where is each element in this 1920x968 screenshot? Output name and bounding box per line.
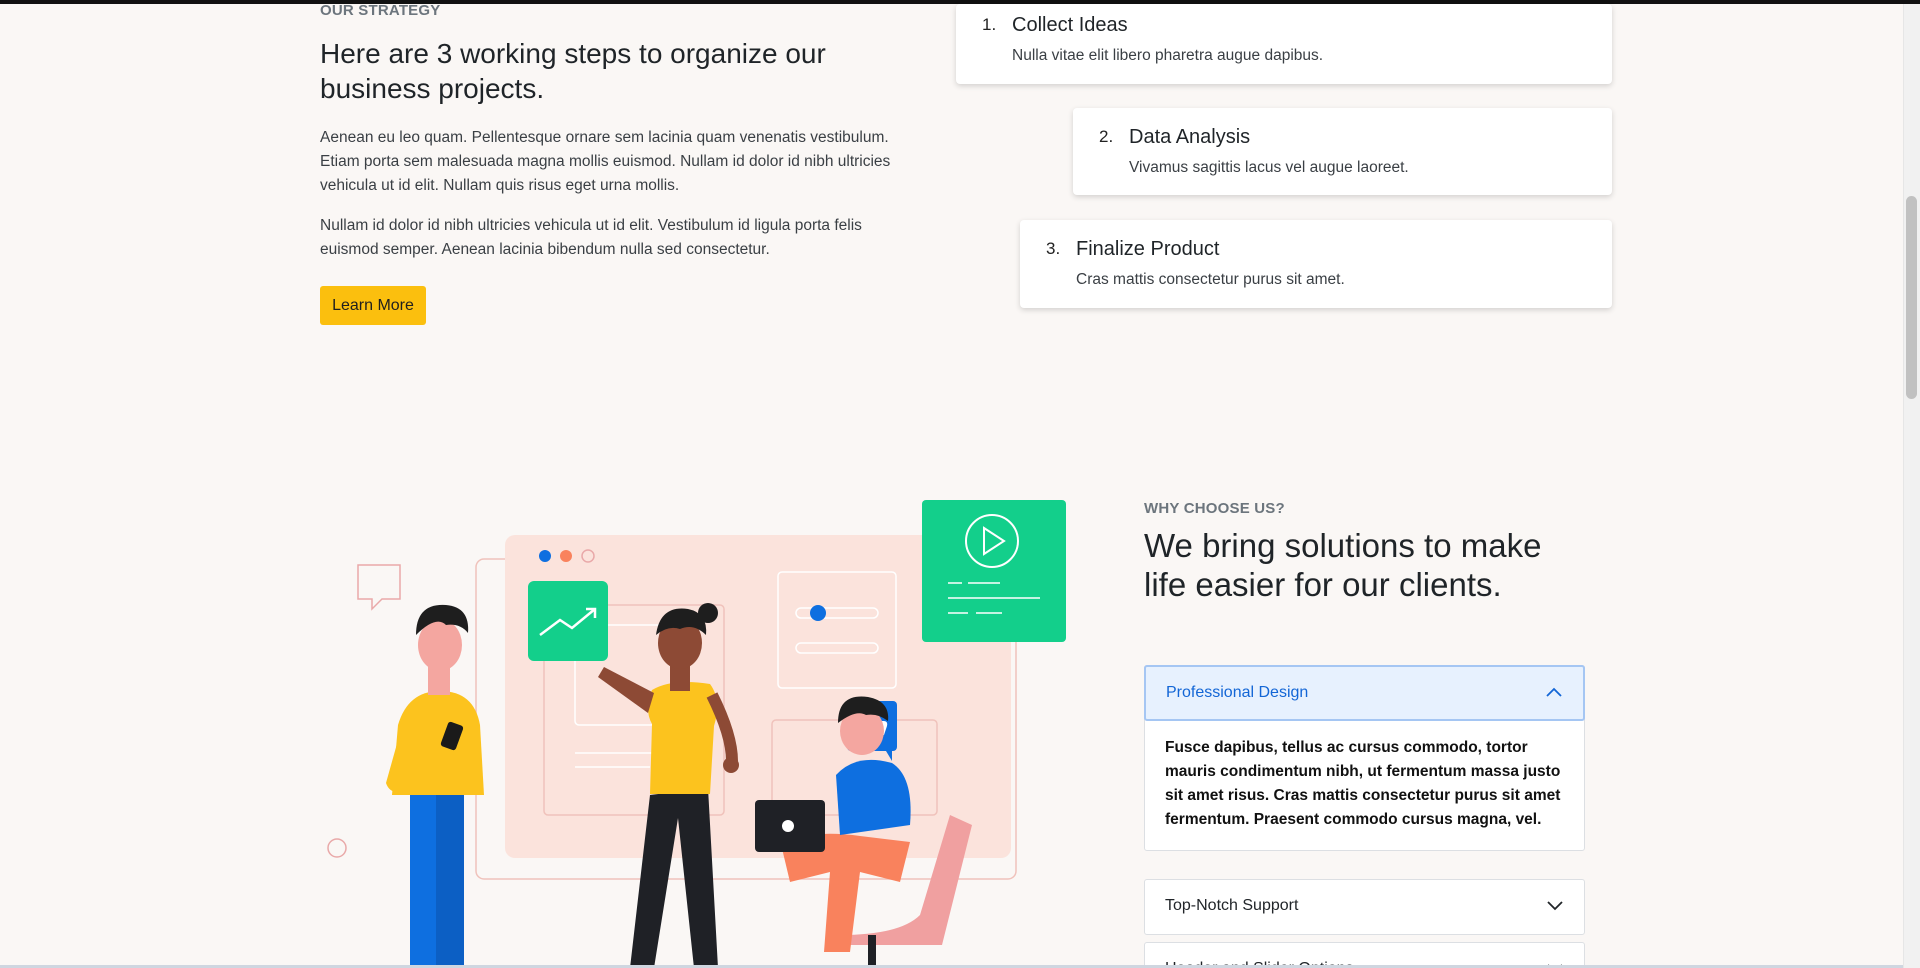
- dot-orange: [560, 550, 572, 562]
- play-card: [922, 500, 1066, 642]
- why-title: We bring solutions to make life easier f…: [1144, 527, 1542, 603]
- decor-circle: [327, 838, 347, 858]
- why-eyebrow: WHY CHOOSE US?: [1144, 500, 1285, 517]
- chat-bubble-icon: [357, 564, 401, 611]
- accordion-header[interactable]: Top-Notch Support: [1145, 880, 1584, 934]
- step-text: Vivamus sagittis lacus vel augue laoreet…: [1129, 159, 1409, 176]
- accordion-item-professional-design: Professional Design Fusce dapibus, tellu…: [1144, 665, 1585, 851]
- step-text: Nulla vitae elit libero pharetra augue d…: [1012, 47, 1324, 64]
- scrollbar-thumb[interactable]: [1906, 196, 1917, 399]
- strategy-title: Here are 3 working steps to organize our…: [320, 38, 826, 104]
- chart-up-icon: [528, 581, 608, 661]
- page-scrollbar[interactable]: [1903, 4, 1920, 968]
- step-number: 3.: [1046, 239, 1061, 258]
- step-number: 1.: [982, 15, 997, 34]
- accordion-body: Fusce dapibus, tellus ac cursus commodo,…: [1165, 739, 1561, 828]
- step-number: 2.: [1099, 127, 1114, 146]
- man-with-phone: [386, 604, 484, 968]
- step-title: Data Analysis: [1129, 126, 1251, 148]
- accordion-header[interactable]: Professional Design: [1144, 665, 1585, 721]
- chevron-up-icon: [1546, 687, 1562, 697]
- accordion-item-top-notch-support: Top-Notch Support: [1144, 879, 1585, 935]
- dot-blue: [539, 550, 551, 562]
- step-title: Finalize Product: [1076, 238, 1220, 260]
- slider-knob: [810, 605, 826, 621]
- step-title: Collect Ideas: [1012, 14, 1128, 36]
- step-card-data-analysis: 2. Data Analysis Vivamus sagittis lacus …: [1073, 108, 1612, 195]
- team-illustration: [327, 500, 1066, 968]
- strategy-paragraph-1: Aenean eu leo quam. Pellentesque ornare …: [320, 129, 891, 194]
- accordion-label: Professional Design: [1166, 684, 1309, 701]
- step-card-collect-ideas: 1. Collect Ideas Nulla vitae elit libero…: [956, 4, 1612, 84]
- strategy-eyebrow: OUR STRATEGY: [320, 2, 441, 19]
- accordion-label: Top-Notch Support: [1165, 897, 1299, 914]
- chevron-down-icon: [1547, 901, 1563, 911]
- learn-more-button[interactable]: Learn More: [320, 286, 426, 325]
- step-card-finalize-product: 3. Finalize Product Cras mattis consecte…: [1020, 220, 1612, 308]
- step-text: Cras mattis consectetur purus sit amet.: [1076, 271, 1345, 288]
- strategy-paragraph-2: Nullam id dolor id nibh ultricies vehicu…: [320, 217, 862, 258]
